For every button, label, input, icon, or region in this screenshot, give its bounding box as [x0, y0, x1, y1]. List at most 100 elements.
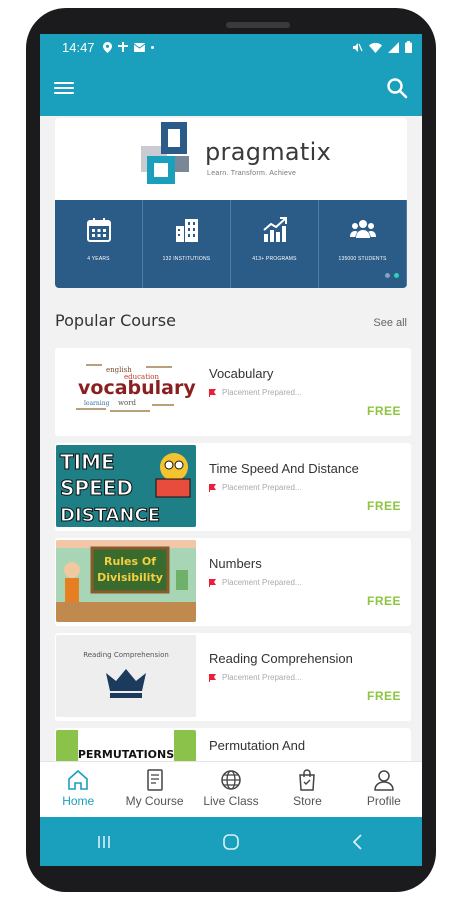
- brand-banner: pragmatix Learn. Transform. Achieve 4 YE…: [55, 118, 407, 288]
- thumb-caption: Reading Comprehension: [83, 651, 169, 659]
- home-button-icon[interactable]: [221, 832, 241, 852]
- globe-icon: [221, 770, 241, 790]
- nav-label: My Course: [125, 794, 184, 808]
- thumb-word: word: [118, 399, 137, 407]
- status-time: 14:47: [62, 39, 95, 55]
- course-category: Placement Prepared...: [222, 578, 302, 587]
- carousel-dot[interactable]: [385, 273, 390, 278]
- buildings-icon: [175, 219, 198, 242]
- popular-course-header: Popular Course See all: [55, 311, 407, 330]
- stat-label: 413+ PROGRAMS: [252, 256, 297, 262]
- course-meta: Placement Prepared...: [209, 673, 302, 682]
- reading-comprehension-thumbnail: Reading Comprehension: [56, 635, 196, 717]
- nav-live-class[interactable]: Live Class: [193, 762, 269, 817]
- stat-years: 4 YEARS: [55, 200, 143, 288]
- course-thumbnail: Rules Of Divisibility: [56, 540, 196, 622]
- course-card-vocabulary[interactable]: english education vocabulary word learni…: [55, 348, 411, 436]
- logo-area: pragmatix Learn. Transform. Achieve: [55, 118, 407, 198]
- nav-home[interactable]: Home: [40, 762, 116, 817]
- brand-name: pragmatix: [205, 138, 332, 166]
- thumb-line: SPEED: [60, 476, 133, 500]
- system-indicators: [352, 41, 412, 53]
- time-speed-distance-thumbnail: TIME SPEED DISTANCE: [56, 445, 196, 527]
- section-title: Popular Course: [55, 311, 176, 330]
- thumb-main-word: vocabulary: [78, 377, 196, 399]
- wifi-icon: [369, 42, 382, 53]
- permutations-thumbnail: PERMUTATIONS: [56, 730, 196, 761]
- thumb-caption: PERMUTATIONS: [78, 748, 174, 761]
- course-meta: Placement Prepared...: [209, 483, 302, 492]
- stat-label: 132 INSTITUTIONS: [162, 256, 211, 262]
- course-thumbnail: Reading Comprehension: [56, 635, 196, 717]
- course-price: FREE: [366, 594, 401, 608]
- course-category: Placement Prepared...: [222, 388, 302, 397]
- home-icon: [68, 769, 89, 790]
- stat-label: 4 YEARS: [87, 256, 110, 262]
- status-bar: 14:47: [40, 34, 422, 60]
- course-category: Placement Prepared...: [222, 483, 302, 492]
- notification-icons: [102, 41, 154, 53]
- vocabulary-thumbnail: english education vocabulary word learni…: [76, 364, 196, 412]
- nav-label: Home: [62, 794, 95, 808]
- phone-speaker: [226, 22, 290, 28]
- course-name: Vocabulary: [209, 366, 274, 381]
- bottom-navigation: Home My Course Live Class Store Profile: [40, 761, 422, 817]
- settings-notif-icon: [117, 42, 128, 52]
- thumb-word: learning: [84, 400, 110, 407]
- bookmark-flag-icon: [209, 483, 216, 492]
- course-name: Permutation And: [209, 738, 306, 753]
- shopping-bag-icon: [299, 769, 316, 791]
- signal-icon: [388, 41, 399, 53]
- mute-icon: [353, 42, 363, 52]
- battery-icon: [405, 41, 412, 53]
- course-thumbnail: english education vocabulary word learni…: [56, 350, 196, 432]
- stat-label: 135000 STUDENTS: [338, 256, 387, 262]
- system-navigation-bar: [40, 817, 422, 866]
- app-screen: 14:47 pragmatix Learn. Transform. Achiev…: [40, 34, 422, 866]
- course-price: FREE: [366, 499, 401, 513]
- course-thumbnail: PERMUTATIONS: [56, 730, 196, 761]
- nav-profile[interactable]: Profile: [346, 762, 422, 817]
- pragmatix-logo-icon: [141, 122, 189, 184]
- nav-label: Live Class: [203, 794, 259, 808]
- course-meta: Placement Prepared...: [209, 388, 302, 397]
- thumb-line: TIME: [60, 450, 115, 474]
- see-all-link[interactable]: See all: [373, 317, 407, 329]
- recent-apps-icon[interactable]: [94, 832, 114, 852]
- course-name: Reading Comprehension: [209, 651, 353, 666]
- location-icon: [102, 41, 112, 53]
- stat-institutions: 132 INSTITUTIONS: [143, 200, 231, 288]
- stats-carousel[interactable]: 4 YEARS 132 INSTITUTIONS 413+ PROGRAMS 1…: [55, 200, 407, 288]
- back-icon[interactable]: [348, 832, 368, 852]
- stat-programs: 413+ PROGRAMS: [231, 200, 319, 288]
- search-icon[interactable]: [386, 77, 408, 99]
- user-icon: [374, 770, 394, 791]
- bookmark-flag-icon: [209, 388, 216, 397]
- course-meta: Placement Prepared...: [209, 578, 302, 587]
- nav-my-course[interactable]: My Course: [116, 762, 192, 817]
- course-price: FREE: [366, 404, 401, 418]
- course-price: FREE: [366, 689, 401, 703]
- app-bar: [40, 60, 422, 116]
- course-card-time-speed-distance[interactable]: TIME SPEED DISTANCE Time Speed And Dista…: [55, 443, 411, 531]
- course-card-permutation[interactable]: PERMUTATIONS Permutation And: [55, 728, 411, 761]
- more-dot-icon: [150, 45, 154, 49]
- course-card-reading-comprehension[interactable]: Reading Comprehension Reading Comprehens…: [55, 633, 411, 721]
- book-icon: [146, 769, 163, 791]
- home-content[interactable]: pragmatix Learn. Transform. Achieve 4 YE…: [40, 116, 422, 761]
- nav-label: Profile: [366, 794, 401, 808]
- brand-tagline: Learn. Transform. Achieve: [207, 170, 297, 177]
- board-line: Divisibility: [97, 571, 163, 584]
- nav-store[interactable]: Store: [269, 762, 345, 817]
- course-card-numbers[interactable]: Rules Of Divisibility Numbers Placement …: [55, 538, 411, 626]
- bookmark-flag-icon: [209, 578, 216, 587]
- carousel-dots: [385, 273, 399, 278]
- calendar-icon: [86, 218, 111, 242]
- mail-icon: [133, 42, 145, 52]
- carousel-dot-active[interactable]: [394, 273, 399, 278]
- board-line: Rules Of: [104, 555, 156, 568]
- hamburger-menu-icon[interactable]: [54, 80, 74, 96]
- course-name: Numbers: [209, 556, 262, 571]
- group-icon: [349, 220, 376, 238]
- divisibility-thumbnail: Rules Of Divisibility: [56, 540, 196, 622]
